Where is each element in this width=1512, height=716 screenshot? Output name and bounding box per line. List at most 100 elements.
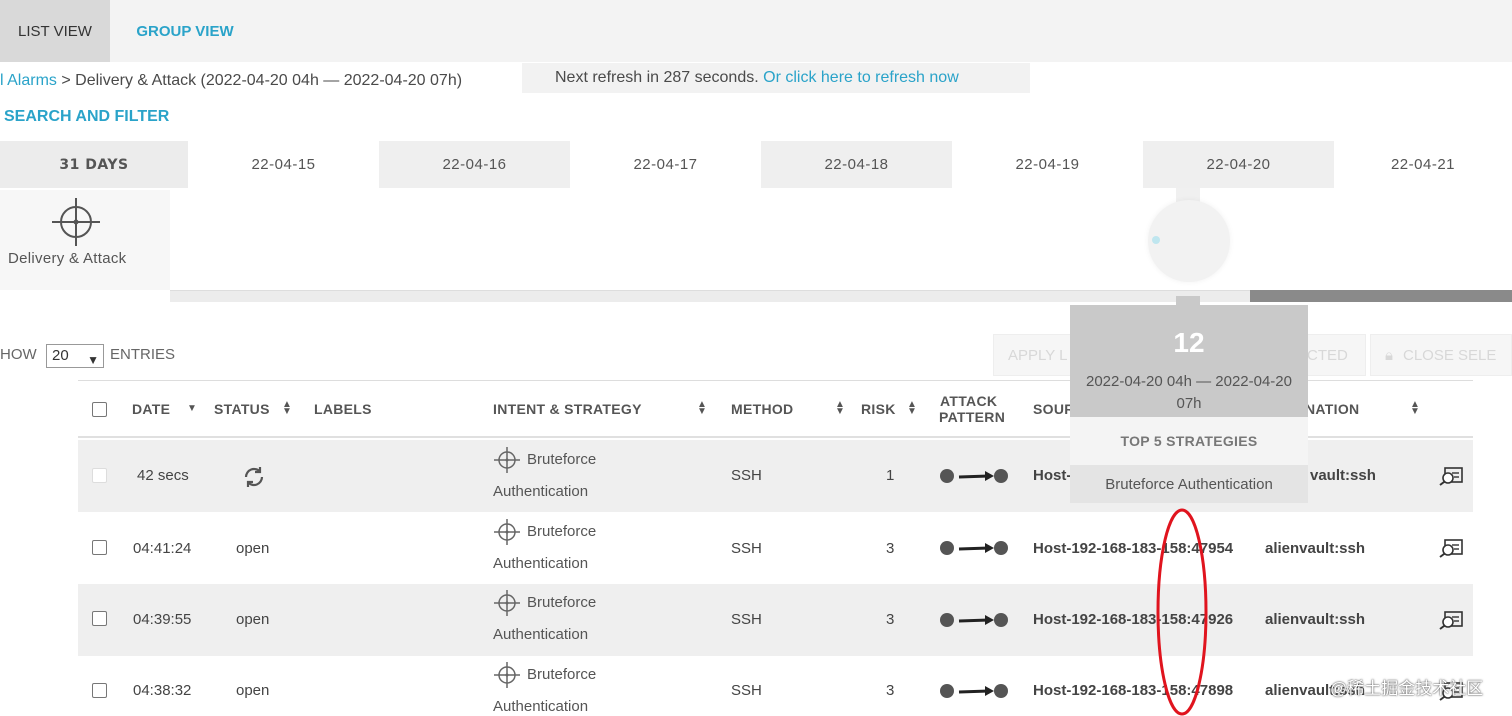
sort-icon[interactable]: ▲ ▼ bbox=[282, 400, 292, 417]
column-destination[interactable]: NATION bbox=[1305, 401, 1359, 417]
column-risk[interactable]: RISK bbox=[861, 401, 896, 417]
selected-button[interactable]: CTED bbox=[1306, 334, 1366, 376]
row-risk: 3 bbox=[886, 611, 895, 628]
column-attack-pattern-line1: ATTACK bbox=[940, 393, 998, 409]
apply-label-button[interactable]: APPLY L bbox=[993, 334, 1073, 376]
view-details-icon[interactable] bbox=[1439, 466, 1465, 486]
row-method: SSH bbox=[731, 611, 762, 628]
breadcrumb-root-link[interactable]: l Alarms bbox=[0, 72, 57, 89]
row-strategy: Bruteforce Authentication bbox=[493, 587, 596, 651]
crosshair-icon bbox=[494, 662, 520, 689]
sort-icon[interactable]: ▲ ▼ bbox=[907, 400, 917, 417]
select-all-checkbox[interactable] bbox=[92, 402, 107, 417]
bubble-dot bbox=[1152, 236, 1160, 244]
timeline-event-bubble[interactable] bbox=[1148, 200, 1230, 282]
refresh-icon bbox=[244, 467, 264, 487]
date-cell[interactable]: 22-04-17 bbox=[570, 141, 761, 188]
crosshair-icon bbox=[494, 447, 520, 474]
table-row[interactable]: 04:39:55 open Bruteforce Authentication … bbox=[78, 584, 1473, 656]
strategy-line2: Authentication bbox=[493, 483, 589, 500]
row-checkbox[interactable] bbox=[92, 540, 107, 555]
table-row[interactable]: 04:41:24 open Bruteforce Authentication … bbox=[78, 512, 1473, 584]
row-destination: vault:ssh bbox=[1310, 467, 1376, 484]
breadcrumb-separator: > bbox=[61, 72, 71, 89]
date-range-strip: 31 DAYS 22-04-15 22-04-16 22-04-17 22-04… bbox=[0, 141, 1512, 188]
row-strategy: Bruteforce Authentication bbox=[493, 516, 596, 580]
row-status: open bbox=[236, 540, 270, 557]
entries-select-value: 20 bbox=[52, 347, 69, 364]
sort-desc-icon[interactable]: ▼ bbox=[187, 404, 197, 414]
view-details-icon[interactable] bbox=[1439, 610, 1465, 630]
sort-icon[interactable]: ▲ ▼ bbox=[835, 400, 845, 417]
date-cell[interactable]: 22-04-21 bbox=[1334, 141, 1512, 188]
sort-icon[interactable]: ▲ ▼ bbox=[697, 400, 707, 417]
tab-group-view[interactable]: GROUP VIEW bbox=[110, 0, 260, 62]
date-cell[interactable]: 22-04-15 bbox=[188, 141, 379, 188]
search-and-filter-toggle[interactable]: SEARCH AND FILTER bbox=[4, 108, 169, 126]
tooltip-count: 12 bbox=[1173, 327, 1205, 358]
row-status: open bbox=[236, 611, 270, 628]
tab-list-view[interactable]: LIST VIEW bbox=[0, 0, 110, 62]
chevron-down-icon: ▼ bbox=[87, 353, 99, 367]
tooltip-range: 2022-04-20 04h — 2022-04-20 07h bbox=[1086, 373, 1292, 412]
close-selected-label: CLOSE SELE bbox=[1402, 346, 1497, 364]
date-cell[interactable]: 22-04-18 bbox=[761, 141, 952, 188]
date-cell[interactable]: 22-04-19 bbox=[952, 141, 1143, 188]
watermark: @稀土掘金技术社区 bbox=[1330, 679, 1484, 698]
strategy-line1: Bruteforce bbox=[527, 594, 597, 611]
crosshair-icon bbox=[494, 519, 520, 546]
attack-pattern-icon bbox=[940, 541, 1008, 555]
strategy-line2: Authentication bbox=[493, 626, 589, 643]
row-checkbox[interactable] bbox=[92, 468, 107, 483]
row-destination: alienvault:ssh bbox=[1265, 611, 1366, 628]
row-date: 04:38:32 bbox=[133, 682, 192, 699]
timeline-area bbox=[0, 188, 1512, 300]
row-strategy: Bruteforce Authentication bbox=[493, 444, 596, 508]
row-checkbox[interactable] bbox=[92, 683, 107, 698]
row-date: 04:39:55 bbox=[133, 611, 192, 628]
date-cell[interactable]: 22-04-16 bbox=[379, 141, 570, 188]
category-label: Delivery & Attack bbox=[8, 250, 127, 267]
view-details-icon[interactable] bbox=[1439, 538, 1465, 558]
strategy-line2: Authentication bbox=[493, 555, 589, 572]
row-date: 42 secs bbox=[137, 467, 189, 484]
date-cell[interactable]: 22-04-20 bbox=[1143, 141, 1334, 188]
show-label: HOW bbox=[0, 346, 37, 363]
row-risk: 3 bbox=[886, 682, 895, 699]
breadcrumb: l Alarms > Delivery & Attack (2022-04-20… bbox=[0, 70, 462, 92]
row-destination: alienvault:ssh bbox=[1265, 540, 1366, 557]
row-source: Host- bbox=[1033, 467, 1072, 484]
entries-label: ENTRIES bbox=[110, 346, 176, 363]
timeline-track-fill bbox=[1250, 290, 1512, 302]
row-method: SSH bbox=[731, 682, 762, 699]
strategy-line1: Bruteforce bbox=[527, 523, 597, 540]
strategy-line2: Authentication bbox=[493, 698, 589, 715]
row-status: open bbox=[236, 682, 270, 699]
close-selected-button[interactable]: 🔒︎ CLOSE SELE bbox=[1370, 334, 1512, 376]
column-attack-pattern-line2: PATTERN bbox=[939, 409, 1006, 425]
column-status[interactable]: STATUS bbox=[214, 401, 270, 417]
column-method[interactable]: METHOD bbox=[731, 401, 793, 417]
sort-icon[interactable]: ▲ ▼ bbox=[1410, 400, 1420, 417]
lock-icon: 🔒︎ bbox=[1385, 346, 1393, 364]
date-range-31-days[interactable]: 31 DAYS bbox=[0, 141, 188, 188]
row-risk: 1 bbox=[886, 467, 895, 484]
column-date[interactable]: DATE bbox=[132, 401, 170, 417]
row-risk: 3 bbox=[886, 540, 895, 557]
attack-pattern-icon bbox=[940, 684, 1008, 698]
refresh-countdown: Next refresh in 287 seconds. bbox=[555, 69, 759, 86]
tooltip-strategy-item[interactable]: Bruteforce Authentication bbox=[1070, 465, 1308, 503]
column-source[interactable]: SOUR bbox=[1033, 401, 1075, 417]
row-date: 04:41:24 bbox=[133, 540, 192, 557]
tooltip-heading: TOP 5 STRATEGIES bbox=[1070, 417, 1308, 465]
refresh-now-link[interactable]: Or click here to refresh now bbox=[763, 69, 959, 86]
entries-per-page-select[interactable]: 20 ▼ bbox=[46, 344, 104, 368]
strategy-line1: Bruteforce bbox=[527, 666, 597, 683]
table-row[interactable]: 04:38:32 open Bruteforce Authentication … bbox=[78, 656, 1473, 716]
row-checkbox[interactable] bbox=[92, 611, 107, 626]
attack-pattern-icon bbox=[940, 613, 1008, 627]
annotation-ellipse bbox=[1156, 508, 1208, 716]
attack-pattern-icon bbox=[940, 469, 1008, 483]
row-method: SSH bbox=[731, 467, 762, 484]
column-intent-strategy[interactable]: INTENT & STRATEGY bbox=[493, 401, 642, 417]
